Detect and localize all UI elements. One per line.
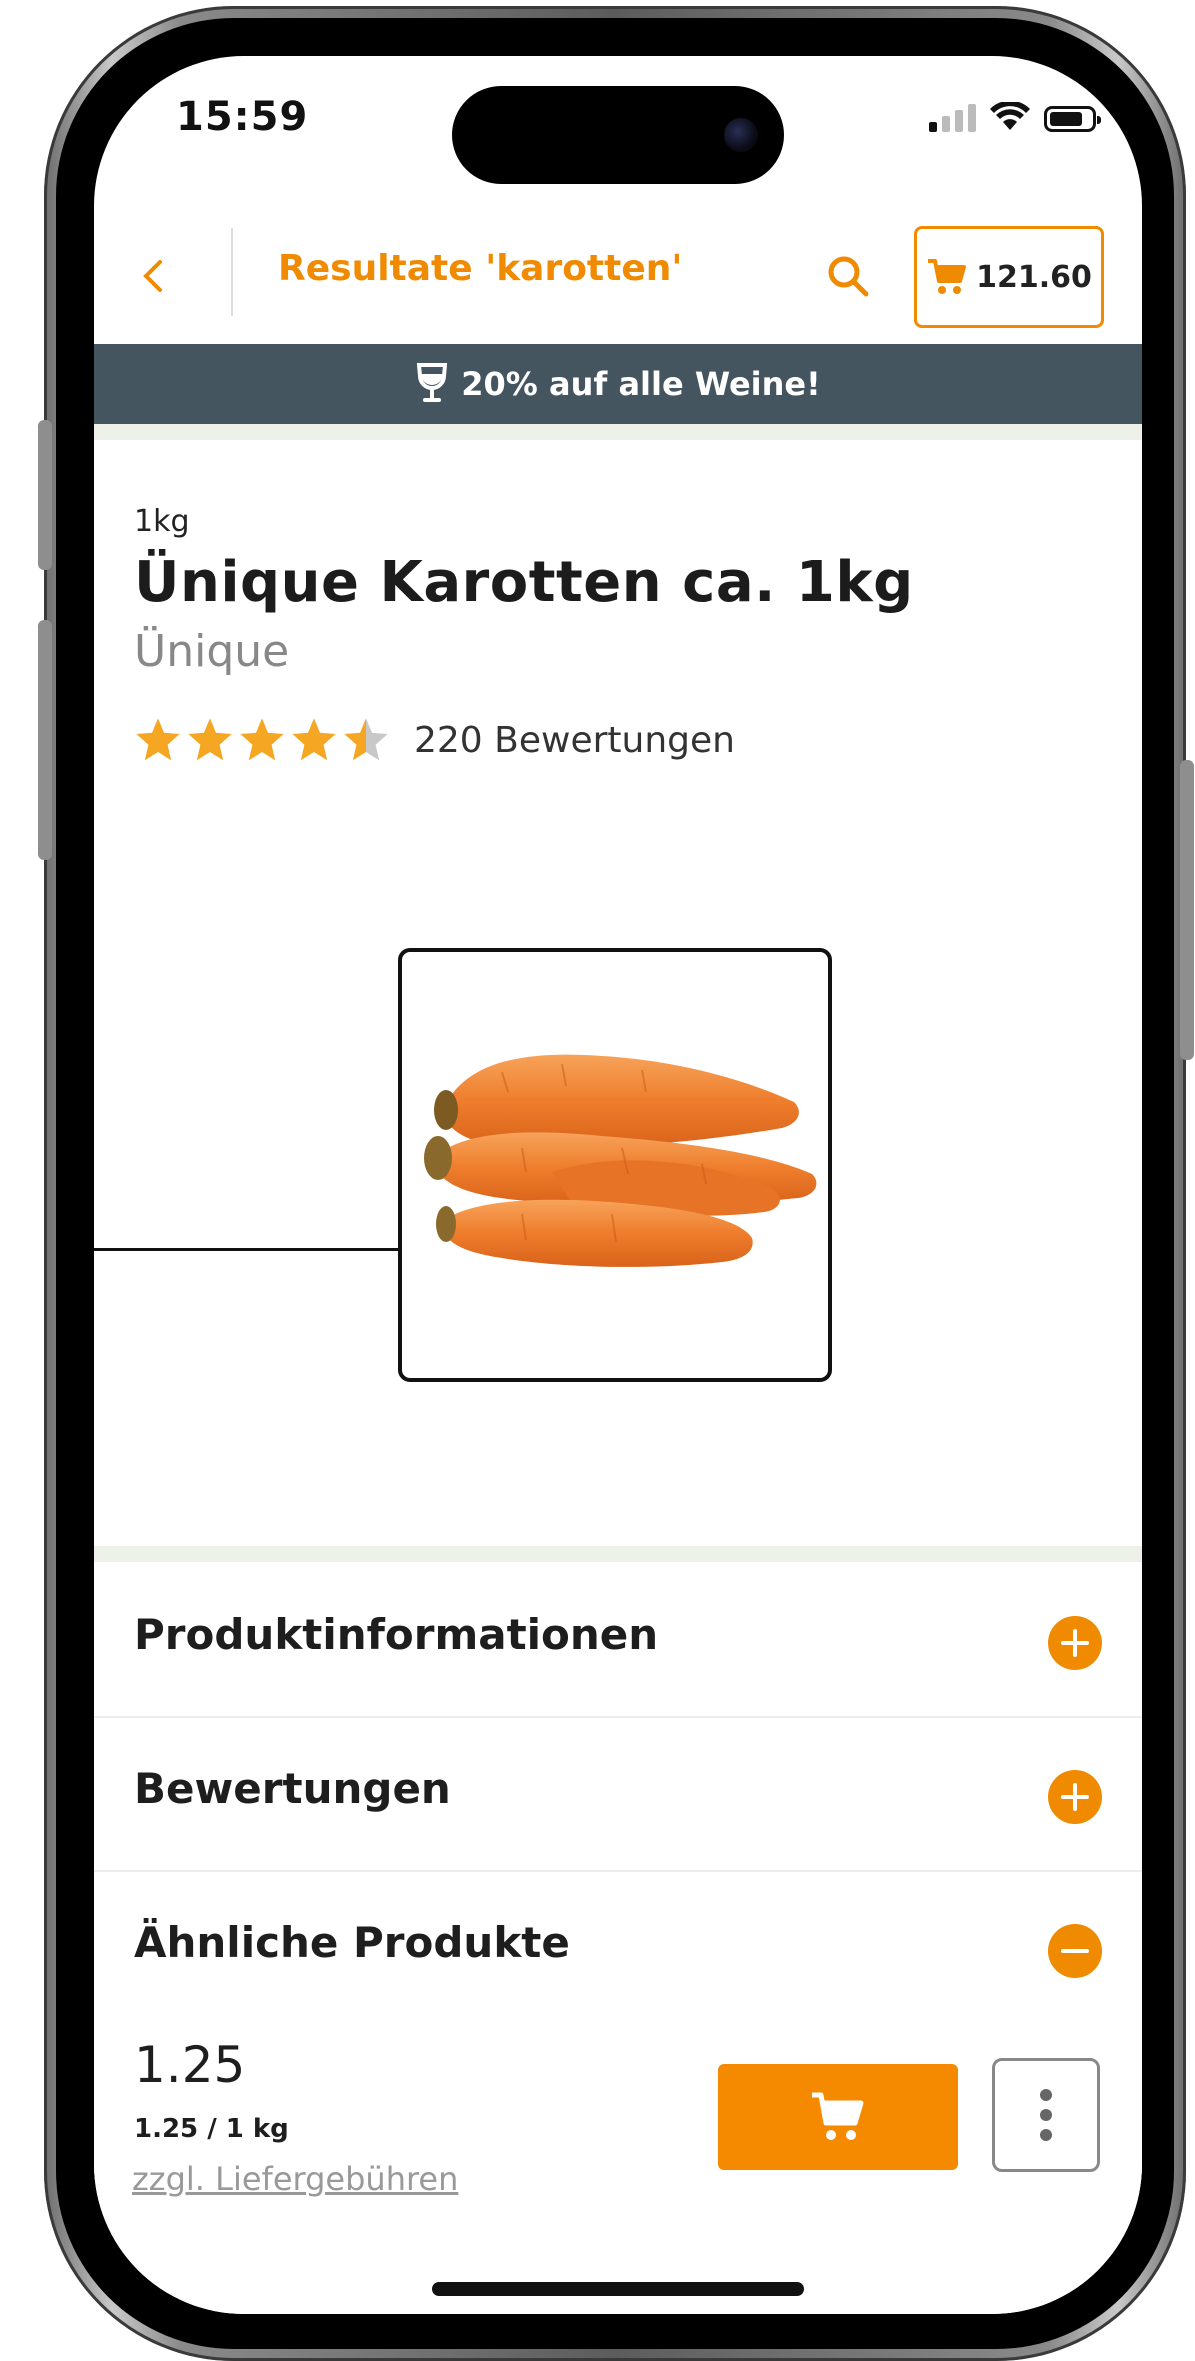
product-rating[interactable]: 220 Bewertungen xyxy=(134,716,735,764)
unit-price: 1.25 / 1 kg xyxy=(134,2114,289,2144)
home-indicator[interactable] xyxy=(432,2282,804,2296)
chevron-left-icon[interactable] xyxy=(134,256,174,296)
promo-text: 20% auf alle Weine! xyxy=(461,365,821,403)
promo-banner[interactable]: 20% auf alle Weine! xyxy=(94,344,1142,424)
status-icons xyxy=(929,102,1101,132)
product-title: Ünique Karotten ca. 1kg xyxy=(134,550,914,615)
accordion-label: Ähnliche Produkte xyxy=(134,1918,570,1967)
wifi-icon xyxy=(990,102,1030,130)
review-count: 220 Bewertungen xyxy=(414,719,735,761)
cart-icon xyxy=(812,2092,864,2140)
plus-icon[interactable] xyxy=(1048,1616,1102,1670)
cart-icon xyxy=(928,259,967,294)
delivery-fee-link[interactable]: zzgl. Liefergebühren xyxy=(132,2160,458,2198)
side-button xyxy=(38,420,52,570)
section-divider xyxy=(94,424,1142,440)
accordion-bewertungen[interactable]: Bewertungen xyxy=(94,1716,1142,1872)
accordion-label: Produktinformationen xyxy=(134,1610,659,1659)
side-button xyxy=(1180,760,1194,1060)
product-brand[interactable]: Ünique xyxy=(134,626,289,677)
carrots-image xyxy=(424,1054,817,1267)
search-results-title[interactable]: Resultate 'karotten' xyxy=(278,248,682,289)
cart-button[interactable]: 121.60 xyxy=(914,226,1104,328)
product-image[interactable] xyxy=(398,948,832,1382)
purchase-bar: 1.25 1.25 / 1 kg zzgl. Liefergebühren xyxy=(94,2014,1142,2314)
star-icon xyxy=(344,718,388,761)
accordion-produktinformationen[interactable]: Produktinformationen xyxy=(94,1562,1142,1718)
dynamic-island xyxy=(452,86,784,184)
accordion-aehnliche-produkte[interactable]: Ähnliche Produkte xyxy=(94,1870,1142,2016)
top-nav: Resultate 'karotten' 121.60 xyxy=(94,206,1142,346)
accordion-label: Bewertungen xyxy=(134,1764,451,1813)
minus-icon[interactable] xyxy=(1048,1924,1102,1978)
plus-icon[interactable] xyxy=(1048,1770,1102,1824)
star-icon xyxy=(292,718,336,761)
wine-glass-icon xyxy=(417,363,448,402)
header-divider xyxy=(231,228,233,316)
status-time: 15:59 xyxy=(176,94,309,140)
star-icon xyxy=(136,718,180,761)
signal-icon xyxy=(929,102,976,132)
app-screen: 15:59 Resultate 'karotten' 121.60 20% au… xyxy=(94,56,1142,2314)
section-divider xyxy=(94,1546,1142,1562)
rating-stars xyxy=(134,716,390,764)
side-button xyxy=(38,620,52,860)
add-to-cart-button[interactable] xyxy=(718,2064,958,2170)
price: 1.25 xyxy=(134,2036,246,2094)
star-icon xyxy=(188,718,232,761)
camera-icon xyxy=(724,118,758,152)
product-unit: 1kg xyxy=(134,504,190,539)
battery-icon xyxy=(1044,106,1101,132)
search-icon[interactable] xyxy=(824,252,872,300)
cart-total: 121.60 xyxy=(976,259,1092,295)
star-icon xyxy=(240,718,284,761)
more-vertical-icon[interactable] xyxy=(992,2058,1100,2172)
